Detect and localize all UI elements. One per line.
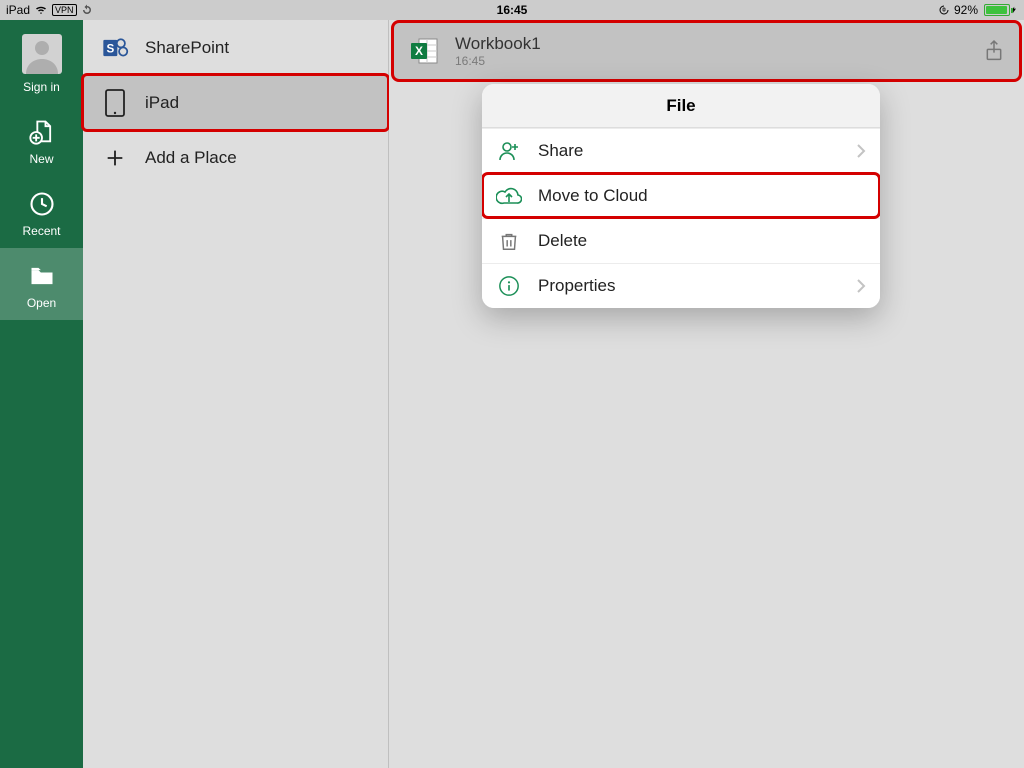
plus-icon (101, 147, 129, 169)
ipad-icon (101, 88, 129, 118)
popover-title: File (482, 84, 880, 128)
menu-label: Properties (538, 276, 615, 296)
status-bar: iPad VPN 16:45 92% (0, 0, 1024, 20)
place-add[interactable]: Add a Place (83, 130, 388, 185)
new-doc-icon (28, 118, 56, 146)
menu-label: Delete (538, 231, 587, 251)
menu-share[interactable]: Share (482, 128, 880, 173)
nav-recent[interactable]: Recent (0, 176, 83, 248)
avatar-icon (22, 34, 62, 74)
places-panel: S SharePoint iPad Add a Place (83, 20, 389, 768)
file-row[interactable]: X Workbook1 16:45 (393, 22, 1020, 80)
status-time: 16:45 (0, 3, 1024, 17)
share-person-icon (496, 139, 522, 163)
file-time: 16:45 (455, 54, 541, 68)
place-ipad[interactable]: iPad (83, 75, 388, 130)
menu-delete[interactable]: Delete (482, 218, 880, 263)
files-panel: X Workbook1 16:45 File Share (389, 20, 1024, 768)
menu-move-to-cloud[interactable]: Move to Cloud (482, 173, 880, 218)
place-label: Add a Place (145, 148, 237, 168)
place-sharepoint[interactable]: S SharePoint (83, 20, 388, 75)
menu-properties[interactable]: Properties (482, 263, 880, 308)
chevron-right-icon (856, 278, 866, 294)
nav-label: Open (27, 296, 56, 310)
share-icon[interactable] (984, 39, 1004, 63)
nav-new[interactable]: New (0, 104, 83, 176)
menu-label: Move to Cloud (538, 186, 648, 206)
nav-label: Sign in (23, 80, 60, 94)
nav-label: Recent (22, 224, 60, 238)
menu-label: Share (538, 141, 583, 161)
folder-icon (27, 262, 57, 290)
svg-text:S: S (106, 42, 114, 55)
sharepoint-icon: S (101, 34, 129, 62)
place-label: iPad (145, 93, 179, 113)
info-icon (496, 275, 522, 297)
svg-text:X: X (415, 44, 423, 58)
trash-icon (496, 229, 522, 253)
cloud-upload-icon (496, 185, 522, 207)
nav-label: New (29, 152, 53, 166)
chevron-right-icon (856, 143, 866, 159)
file-name: Workbook1 (455, 34, 541, 54)
nav-signin[interactable]: Sign in (0, 20, 83, 104)
clock-icon (28, 190, 56, 218)
place-label: SharePoint (145, 38, 229, 58)
nav-open[interactable]: Open (0, 248, 83, 320)
sidebar: Sign in New Recent Open (0, 20, 83, 768)
excel-icon: X (409, 35, 441, 67)
file-popover: File Share Move to Cloud (482, 84, 880, 308)
